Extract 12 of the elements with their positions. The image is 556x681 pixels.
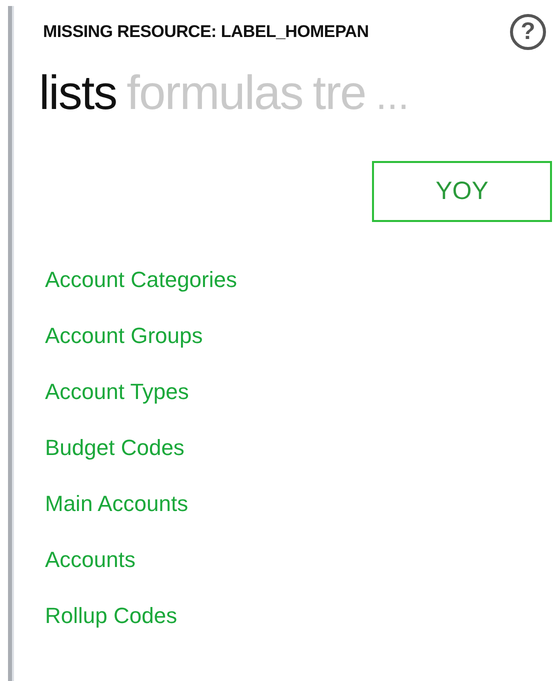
pane-title: MISSING RESOURCE: LABEL_HOMEPAN bbox=[43, 22, 369, 42]
list-link[interactable]: Account Types bbox=[45, 378, 189, 406]
tab[interactable]: lists bbox=[39, 66, 117, 121]
list-link[interactable]: Account Categories bbox=[45, 266, 237, 294]
list-link[interactable]: Accounts bbox=[45, 546, 136, 574]
list-link[interactable]: Budget Codes bbox=[45, 434, 184, 462]
more-tabs[interactable]: ... bbox=[376, 74, 410, 119]
list-link[interactable]: Account Groups bbox=[45, 322, 203, 350]
list-link[interactable]: Rollup Codes bbox=[45, 602, 178, 630]
help-button[interactable]: ? bbox=[510, 14, 546, 50]
yoy-button[interactable]: YOY bbox=[372, 161, 552, 222]
list-link[interactable]: Main Accounts bbox=[45, 490, 188, 518]
